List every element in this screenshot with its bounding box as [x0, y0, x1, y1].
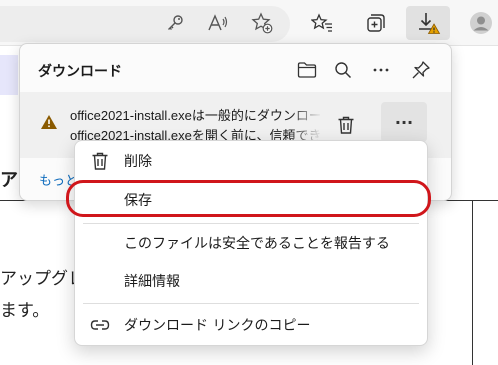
page-heading-fragment: ア [0, 170, 18, 190]
collections-icon[interactable] [361, 8, 391, 38]
profile-icon[interactable] [466, 8, 496, 38]
menu-item-label: ダウンロード リンクのコピー [124, 318, 311, 334]
page-frame-right [472, 200, 498, 365]
download-warning-line-1: office2021-install.exeは一般的にダウンロードされていません [70, 108, 320, 123]
read-aloud-icon[interactable] [203, 8, 233, 38]
menu-item-report-safe[interactable]: このファイルは安全であることを報告する [75, 225, 427, 261]
menu-item-delete[interactable]: 削除 [75, 143, 427, 179]
folder-icon[interactable] [293, 56, 321, 84]
more-icon[interactable] [367, 56, 395, 84]
text-fade [290, 105, 322, 123]
menu-item-label: このファイルは安全であることを報告する [124, 236, 390, 252]
download-item-more-button[interactable]: ··· [381, 102, 427, 142]
pin-icon[interactable] [407, 56, 435, 84]
page-text-line-1: アップグレ [0, 269, 85, 288]
link-icon [89, 314, 111, 336]
key-icon[interactable] [160, 8, 190, 38]
menu-separator [83, 223, 419, 224]
search-icon[interactable] [329, 56, 357, 84]
favorites-icon[interactable] [307, 8, 337, 38]
menu-separator [83, 303, 419, 304]
warning-icon [40, 114, 58, 134]
menu-item-label: 詳細情報 [124, 274, 180, 290]
menu-item-label: 削除 [124, 154, 152, 170]
highlight-annotation [66, 180, 431, 217]
downloads-warning-icon[interactable] [406, 6, 450, 40]
trash-icon [89, 150, 111, 172]
add-favorite-icon[interactable] [247, 8, 277, 38]
menu-item-learn-more[interactable]: 詳細情報 [75, 263, 427, 299]
menu-item-copy-link[interactable]: ダウンロード リンクのコピー [75, 307, 427, 343]
page-text-line-2: ます。 [0, 301, 50, 320]
browser-toolbar [0, 0, 498, 46]
download-context-menu: 削除 保存 このファイルは安全であることを報告する 詳細情報 ダウンロード リン… [74, 140, 428, 346]
delete-download-button[interactable] [331, 110, 361, 140]
page-banner [0, 55, 18, 95]
trash-icon [338, 116, 354, 134]
downloads-title: ダウンロード [38, 64, 122, 80]
